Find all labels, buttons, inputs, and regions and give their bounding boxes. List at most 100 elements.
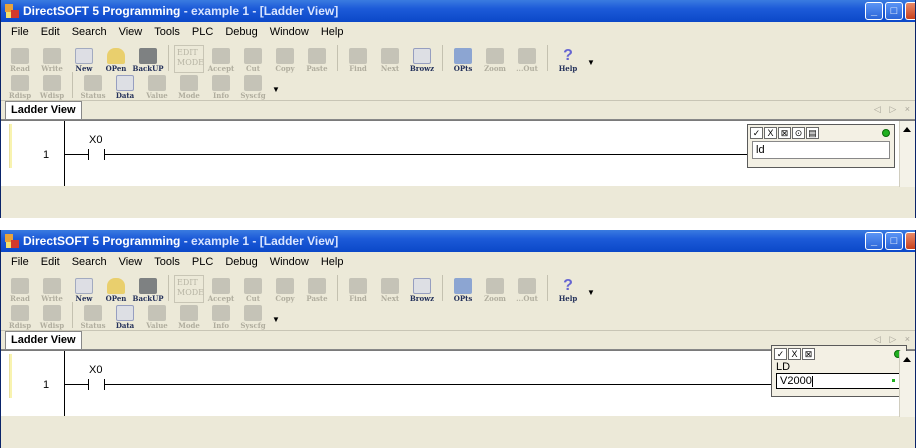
minimize-button[interactable]: _: [865, 232, 883, 250]
tab-navigation[interactable]: ◁ ▷ ×: [874, 334, 913, 345]
tab-navigation[interactable]: ◁ ▷ ×: [874, 104, 913, 115]
help-button[interactable]: ? Help: [553, 273, 583, 304]
menu-file[interactable]: File: [5, 256, 35, 268]
zoom-button[interactable]: Zoom: [480, 273, 510, 303]
menu-search[interactable]: Search: [66, 26, 113, 38]
menu-plc[interactable]: PLC: [186, 256, 219, 268]
menu-window[interactable]: Window: [264, 26, 315, 38]
value-button[interactable]: Value: [142, 74, 172, 100]
open-button[interactable]: OPen: [101, 273, 131, 303]
accept-button[interactable]: Accept: [206, 43, 236, 73]
new-button[interactable]: New: [69, 43, 99, 73]
opts-button[interactable]: OPts: [448, 43, 478, 73]
toolbar2-dropdown-icon[interactable]: ▼: [272, 85, 280, 94]
zoom-button[interactable]: Zoom: [480, 43, 510, 73]
accept-check-icon[interactable]: ✓: [750, 126, 763, 139]
operand-input[interactable]: V2000: [776, 373, 900, 389]
edit-mode-button[interactable]: EDIT MODE: [174, 45, 204, 73]
menu-window[interactable]: Window: [264, 256, 315, 268]
cancel-x-icon[interactable]: X: [788, 347, 801, 360]
data-button[interactable]: Data: [110, 74, 140, 100]
accept-button[interactable]: Accept: [206, 273, 236, 303]
maximize-button[interactable]: □: [885, 2, 903, 20]
info-button[interactable]: Info: [206, 74, 236, 100]
copy-button[interactable]: Copy: [270, 273, 300, 303]
menu-debug[interactable]: Debug: [219, 256, 263, 268]
maximize-button[interactable]: □: [885, 232, 903, 250]
toolbar-dropdown-icon[interactable]: ▼: [587, 58, 595, 67]
menu-search[interactable]: Search: [66, 256, 113, 268]
tab-ladder-view[interactable]: Ladder View: [5, 101, 82, 119]
find-button[interactable]: Find: [343, 43, 373, 73]
edit-mode-button[interactable]: EDIT MODE: [174, 275, 204, 303]
close-button[interactable]: [905, 2, 915, 20]
open-button[interactable]: OPen: [101, 43, 131, 73]
copy-button[interactable]: Copy: [270, 43, 300, 73]
menu-view[interactable]: View: [113, 26, 149, 38]
menu-edit[interactable]: Edit: [35, 26, 66, 38]
list-icon[interactable]: ▤: [806, 126, 819, 139]
status-button[interactable]: Status: [78, 74, 108, 100]
paste-button[interactable]: Paste: [302, 43, 332, 73]
new-button[interactable]: New: [69, 273, 99, 303]
accept-check-icon[interactable]: ✓: [774, 347, 787, 360]
write-button[interactable]: Write: [37, 273, 67, 303]
paste-button[interactable]: Paste: [302, 273, 332, 303]
backup-button[interactable]: BackUP: [133, 43, 163, 73]
vertical-scrollbar[interactable]: [899, 351, 915, 417]
normally-open-contact-icon[interactable]: [88, 149, 105, 160]
backup-button[interactable]: BackUP: [133, 273, 163, 303]
title-bar[interactable]: DirectSOFT 5 Programming - example 1 - […: [1, 0, 915, 22]
element-icon[interactable]: ⊙: [792, 126, 805, 139]
tab-ladder-view[interactable]: Ladder View: [5, 331, 82, 349]
normally-open-contact-icon[interactable]: [88, 379, 105, 390]
mode-button[interactable]: Mode: [174, 304, 204, 330]
zoom-out-button[interactable]: ...Out: [512, 273, 542, 303]
read-button[interactable]: Read: [5, 43, 35, 73]
mode-button[interactable]: Mode: [174, 74, 204, 100]
zoom-out-button[interactable]: ...Out: [512, 43, 542, 73]
rdisp-button[interactable]: Rdisp: [5, 304, 35, 330]
menu-plc[interactable]: PLC: [186, 26, 219, 38]
menu-edit[interactable]: Edit: [35, 256, 66, 268]
minimize-button[interactable]: _: [865, 2, 883, 20]
next-button[interactable]: Next: [375, 43, 405, 73]
menu-help[interactable]: Help: [315, 26, 350, 38]
menu-view[interactable]: View: [113, 256, 149, 268]
menu-help[interactable]: Help: [315, 256, 350, 268]
ladder-editor[interactable]: 1 X0 ✓ X ⊠ LD V2000: [1, 345, 915, 417]
status-button[interactable]: Status: [78, 304, 108, 330]
rdisp-button[interactable]: Rdisp: [5, 74, 35, 100]
menu-tools[interactable]: Tools: [148, 256, 186, 268]
wdisp-button[interactable]: Wdisp: [37, 304, 67, 330]
syscfg-button[interactable]: Syscfg: [238, 304, 268, 330]
info-button[interactable]: Info: [206, 304, 236, 330]
cut-button[interactable]: Cut: [238, 273, 268, 303]
toolbar2-dropdown-icon[interactable]: ▼: [272, 315, 280, 324]
opts-button[interactable]: OPts: [448, 273, 478, 303]
find-button[interactable]: Find: [343, 273, 373, 303]
menu-file[interactable]: File: [5, 26, 35, 38]
wdisp-button[interactable]: Wdisp: [37, 74, 67, 100]
close-button[interactable]: [905, 232, 915, 250]
vertical-scrollbar[interactable]: [899, 121, 915, 187]
value-button[interactable]: Value: [142, 304, 172, 330]
scroll-up-icon[interactable]: [903, 127, 911, 132]
scroll-up-icon[interactable]: [903, 357, 911, 362]
browz-button[interactable]: Browz: [407, 273, 437, 303]
menu-debug[interactable]: Debug: [219, 26, 263, 38]
toolbar-dropdown-icon[interactable]: ▼: [587, 288, 595, 297]
browse-instruction-icon[interactable]: ⊠: [802, 347, 815, 360]
instruction-input[interactable]: ld: [752, 141, 890, 159]
ladder-editor[interactable]: 1 X0 ✓ X ⊠ ⊙ ▤ ld: [1, 120, 915, 187]
next-button[interactable]: Next: [375, 273, 405, 303]
write-button[interactable]: Write: [37, 43, 67, 73]
help-button[interactable]: ? Help: [553, 43, 583, 74]
menu-tools[interactable]: Tools: [148, 26, 186, 38]
syscfg-button[interactable]: Syscfg: [238, 74, 268, 100]
browse-instruction-icon[interactable]: ⊠: [778, 126, 791, 139]
browz-button[interactable]: Browz: [407, 43, 437, 73]
cancel-x-icon[interactable]: X: [764, 126, 777, 139]
title-bar[interactable]: DirectSOFT 5 Programming - example 1 - […: [1, 230, 915, 252]
cut-button[interactable]: Cut: [238, 43, 268, 73]
